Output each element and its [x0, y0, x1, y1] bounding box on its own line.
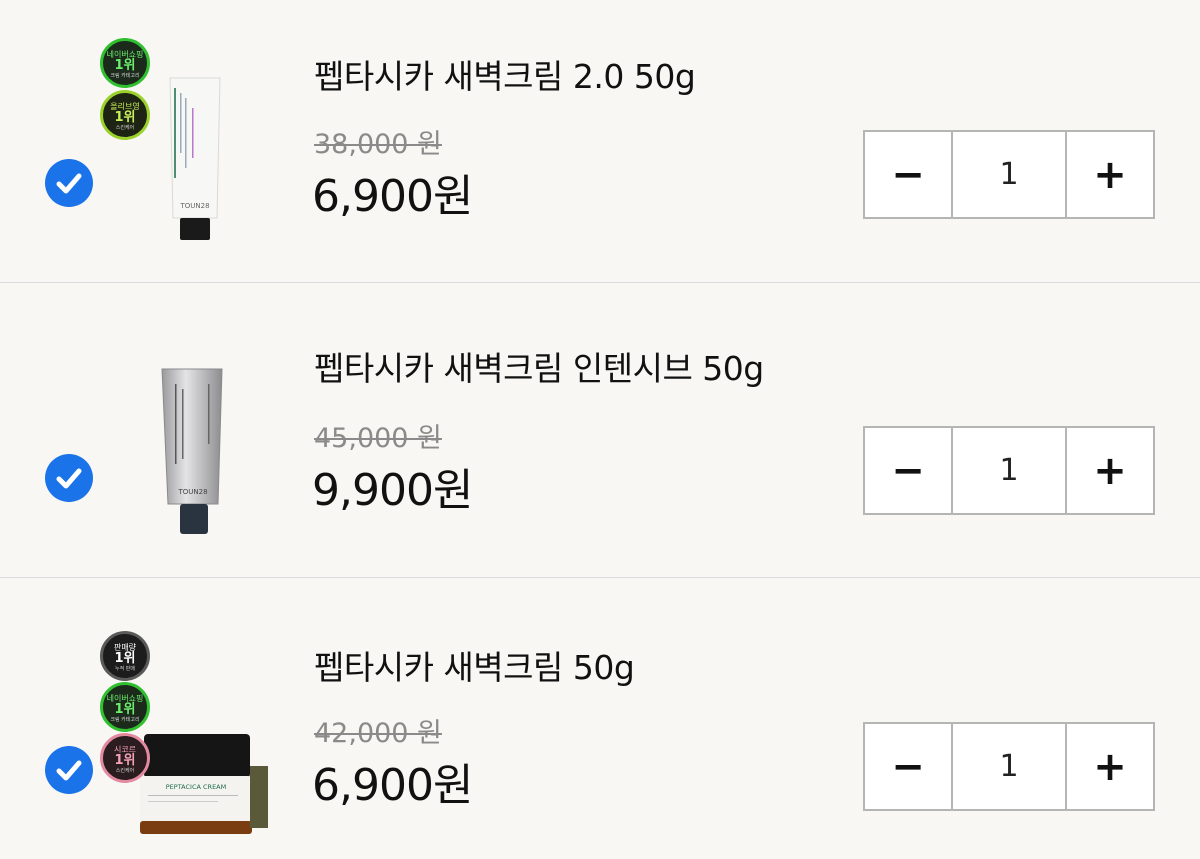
decrease-quantity-button[interactable]: − [865, 724, 951, 809]
svg-text:TOUN28: TOUN28 [179, 202, 209, 210]
increase-quantity-button[interactable]: + [1067, 428, 1153, 513]
quantity-stepper: − 1 + [863, 426, 1155, 515]
check-circle-icon[interactable] [45, 454, 93, 502]
check-circle-icon[interactable] [45, 159, 93, 207]
decrease-quantity-button[interactable]: − [865, 428, 951, 513]
product-image[interactable]: PEPTACICA CREAM 판매량 1위 누적 판매 네이버쇼핑 1위 크림… [100, 631, 280, 841]
svg-text:TOUN28: TOUN28 [177, 488, 207, 496]
cart-item: TOUN28 네이버쇼핑 1위 크림 카테고리 올리브영 1위 스킨케어 펩타시… [0, 0, 1200, 282]
cream-tube-silver-icon: TOUN28 [161, 368, 223, 534]
ranking-badge: 판매량 1위 누적 판매 [100, 631, 150, 681]
sale-price: 6,900원 [312, 171, 473, 222]
quantity-stepper: − 1 + [863, 722, 1155, 811]
increase-quantity-button[interactable]: + [1067, 724, 1153, 809]
check-circle-icon[interactable] [45, 746, 93, 794]
svg-text:PEPTACICA CREAM: PEPTACICA CREAM [166, 783, 226, 791]
product-name[interactable]: 펩타시카 새벽크림 50g [314, 641, 635, 689]
original-price: 45,000 원 [314, 423, 442, 454]
product-name[interactable]: 펩타시카 새벽크림 인텐시브 50g [314, 342, 764, 390]
cart-item: PEPTACICA CREAM 판매량 1위 누적 판매 네이버쇼핑 1위 크림… [0, 579, 1200, 859]
quantity-stepper: − 1 + [863, 130, 1155, 219]
sale-price: 6,900원 [312, 760, 473, 811]
ranking-badge: 올리브영 1위 스킨케어 [100, 90, 150, 140]
ranking-badge: 네이버쇼핑 1위 크림 카테고리 [100, 38, 150, 88]
increase-quantity-button[interactable]: + [1067, 132, 1153, 217]
product-image[interactable]: TOUN28 [100, 354, 280, 544]
cart-item: TOUN28 펩타시카 새벽크림 인텐시브 50g 45,000 원 9,900… [0, 284, 1200, 577]
quantity-value[interactable]: 1 [951, 132, 1067, 217]
ranking-badge: 네이버쇼핑 1위 크림 카테고리 [100, 682, 150, 732]
product-image[interactable]: TOUN28 네이버쇼핑 1위 크림 카테고리 올리브영 1위 스킨케어 [100, 38, 280, 240]
original-price: 38,000 원 [314, 129, 442, 160]
decrease-quantity-button[interactable]: − [865, 132, 951, 217]
quantity-value[interactable]: 1 [951, 724, 1067, 809]
sale-price: 9,900원 [312, 465, 473, 516]
original-price: 42,000 원 [314, 718, 442, 749]
quantity-value[interactable]: 1 [951, 428, 1067, 513]
ranking-badge: 시코르 1위 스킨케어 [100, 733, 150, 783]
product-name[interactable]: 펩타시카 새벽크림 2.0 50g [314, 50, 696, 98]
